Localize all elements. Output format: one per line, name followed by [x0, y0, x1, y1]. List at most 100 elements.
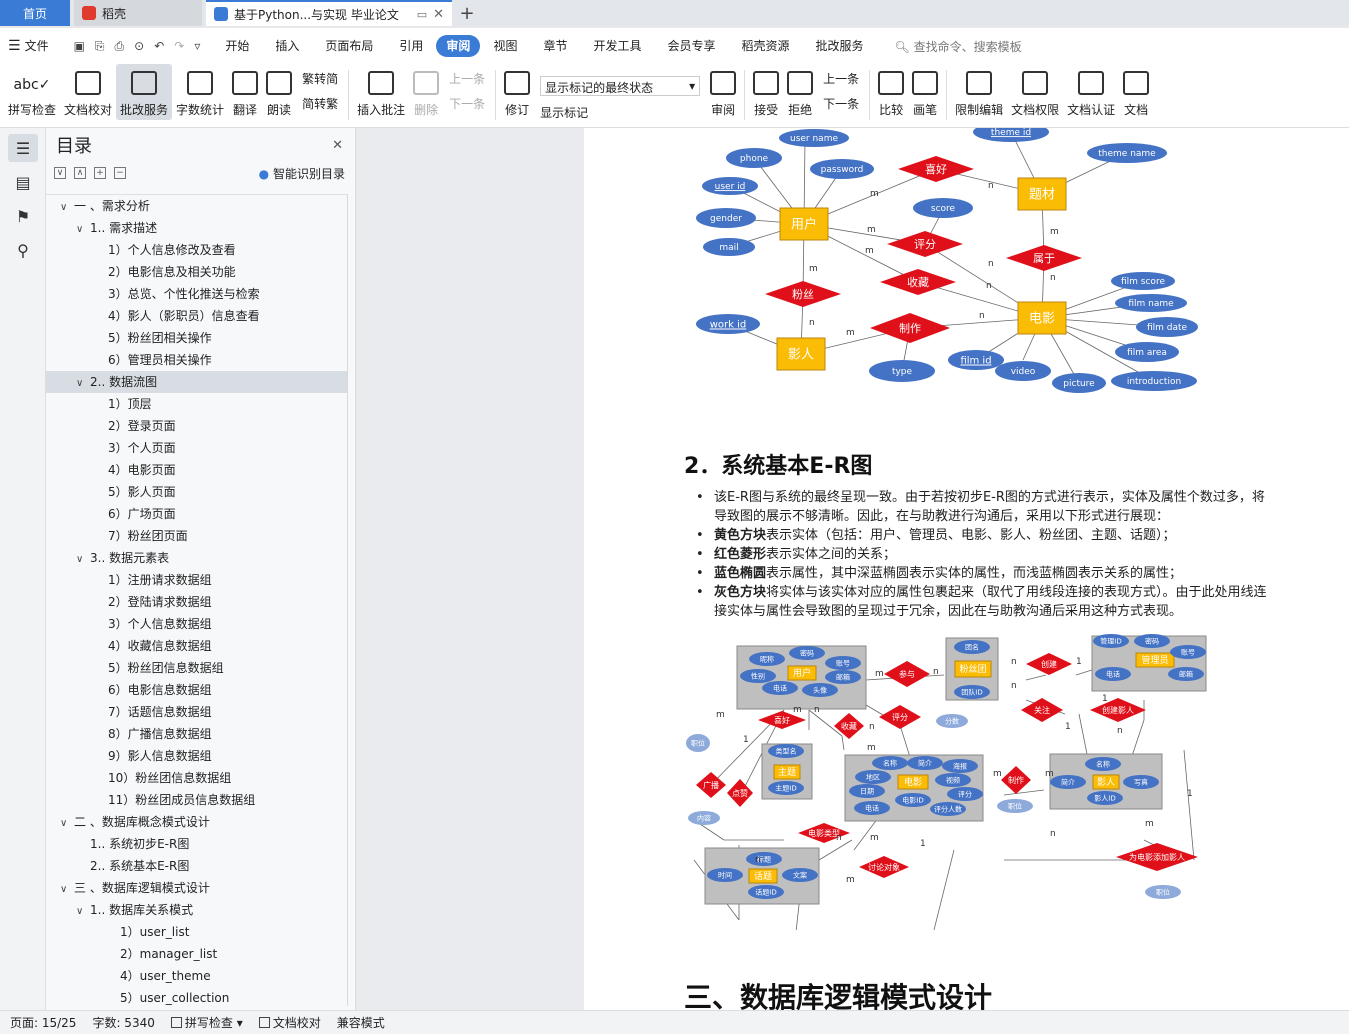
- close-icon[interactable]: ✕: [332, 138, 343, 153]
- next-revision-button[interactable]: 下一条: [823, 95, 859, 112]
- toc-item[interactable]: ∨ 1.. 需求描述: [46, 217, 347, 239]
- chapter-panel-icon[interactable]: ▤: [8, 168, 38, 196]
- toc-item[interactable]: 5）user_collection: [46, 987, 347, 1006]
- chevron-down-icon[interactable]: ∨: [76, 373, 90, 395]
- prev-revision-button[interactable]: 上一条: [823, 70, 859, 87]
- proof-status[interactable]: 文档校对: [258, 1014, 321, 1031]
- show-marks-button[interactable]: 显示标记: [540, 104, 700, 121]
- toc-item[interactable]: 2）登录页面: [46, 415, 347, 437]
- toc-item[interactable]: 6）广场页面: [46, 503, 347, 525]
- toc-item[interactable]: 1）顶层: [46, 393, 347, 415]
- menu-item[interactable]: 批改服务: [803, 35, 877, 57]
- collapse-all-icon[interactable]: ∨: [54, 167, 66, 179]
- menu-item[interactable]: 稻壳资源: [729, 35, 803, 57]
- chevron-down-icon[interactable]: ∨: [60, 879, 74, 901]
- menu-item[interactable]: 章节: [530, 35, 580, 57]
- new-tab-button[interactable]: +: [452, 3, 482, 24]
- hamburger-icon[interactable]: ☰: [8, 38, 21, 54]
- menu-item[interactable]: 开发工具: [580, 35, 654, 57]
- chevron-down-icon[interactable]: ∨: [60, 197, 74, 219]
- toc-item[interactable]: 9）影人信息数据组: [46, 745, 347, 767]
- toc-item[interactable]: 1）注册请求数据组: [46, 569, 347, 591]
- toc-item[interactable]: 4）影人（影职员）信息查看: [46, 305, 347, 327]
- toc-item[interactable]: 3）个人信息数据组: [46, 613, 347, 635]
- tab-docer[interactable]: 稻壳: [74, 0, 202, 26]
- preview-icon[interactable]: ⊙: [134, 39, 144, 54]
- translate-button[interactable]: 翻译: [228, 64, 262, 120]
- add-item-icon[interactable]: +: [94, 167, 106, 179]
- export-icon[interactable]: ⎘: [95, 39, 105, 54]
- toc-item[interactable]: 8）广播信息数据组: [46, 723, 347, 745]
- toc-item[interactable]: 7）话题信息数据组: [46, 701, 347, 723]
- toc-item[interactable]: ∨ 1.. 数据库关系模式: [46, 899, 347, 921]
- more-icon[interactable]: ▿: [194, 39, 200, 54]
- chevron-down-icon[interactable]: ∨: [76, 549, 90, 571]
- doc-extra-button[interactable]: 文档: [1119, 64, 1153, 120]
- accept-button[interactable]: 接受: [749, 64, 783, 120]
- word-count[interactable]: 字数: 5340: [92, 1014, 154, 1031]
- search-command[interactable]: 🔍︎ 查找命令、搜索模板: [895, 38, 1022, 55]
- chevron-down-icon[interactable]: ∨: [76, 219, 90, 241]
- doc-check-button[interactable]: 文档校对: [60, 64, 116, 120]
- toc-item[interactable]: ∨ 2.. 数据流图: [46, 371, 347, 393]
- chevron-down-icon[interactable]: ∨: [76, 901, 90, 923]
- toc-item[interactable]: ∨ 三 、数据库逻辑模式设计: [46, 877, 347, 899]
- menu-file[interactable]: 文件: [21, 35, 62, 57]
- toc-item[interactable]: 2）电影信息及相关功能: [46, 261, 347, 283]
- toc-item[interactable]: ∨ 二 、数据库概念模式设计: [46, 811, 347, 833]
- spell-check-button[interactable]: abc✓ 拼写检查: [4, 64, 60, 120]
- read-aloud-button[interactable]: 朗读: [262, 64, 296, 120]
- toc-item[interactable]: 10）粉丝团信息数据组: [46, 767, 347, 789]
- toc-item[interactable]: 2.. 系统基本E-R图: [46, 855, 347, 877]
- toc-item[interactable]: 11）粉丝团成员信息数据组: [46, 789, 347, 811]
- print-icon[interactable]: ⎙: [115, 39, 125, 54]
- compare-button[interactable]: 比较: [874, 64, 908, 120]
- menu-item[interactable]: 视图: [480, 35, 530, 57]
- review-service-button[interactable]: 批改服务: [116, 64, 173, 120]
- menu-item[interactable]: 审阅: [436, 35, 481, 57]
- markup-mode-select[interactable]: 显示标记的最终状态 ▾: [540, 76, 701, 96]
- search-panel-icon[interactable]: ⚲: [8, 236, 38, 264]
- page-indicator[interactable]: 页面: 15/25: [10, 1014, 76, 1031]
- toc-item[interactable]: 4）user_theme: [46, 965, 347, 987]
- spell-check-status[interactable]: 拼写检查 ▾: [170, 1014, 243, 1031]
- delete-comment-button[interactable]: 删除: [409, 64, 443, 120]
- review-pane-button[interactable]: 审阅: [706, 64, 740, 120]
- menu-item[interactable]: 引用: [386, 35, 436, 57]
- toc-item[interactable]: 4）电影页面: [46, 459, 347, 481]
- doc-auth-button[interactable]: 文档认证: [1063, 64, 1119, 120]
- undo-icon[interactable]: ↶: [154, 39, 164, 54]
- save-icon[interactable]: ▣: [74, 39, 85, 54]
- toc-item[interactable]: 3）总览、个性化推送与检索: [46, 283, 347, 305]
- next-comment-button[interactable]: 下一条: [449, 95, 485, 112]
- reject-button[interactable]: 拒绝: [783, 64, 817, 120]
- chevron-down-icon[interactable]: ∨: [60, 813, 74, 835]
- word-count-button[interactable]: 字数统计: [172, 64, 228, 120]
- restore-icon[interactable]: ▭: [417, 8, 427, 21]
- toc-item[interactable]: 7）粉丝团页面: [46, 525, 347, 547]
- redo-icon[interactable]: ↷: [174, 39, 184, 54]
- toc-item[interactable]: 5）粉丝团相关操作: [46, 327, 347, 349]
- restrict-edit-button[interactable]: 限制编辑: [951, 64, 1007, 120]
- menu-item[interactable]: 插入: [262, 35, 312, 57]
- toc-item[interactable]: 3）个人页面: [46, 437, 347, 459]
- toc-item[interactable]: 5）影人页面: [46, 481, 347, 503]
- menu-item[interactable]: 页面布局: [312, 35, 386, 57]
- prev-comment-button[interactable]: 上一条: [449, 70, 485, 87]
- trad-to-simp-button[interactable]: 繁转简: [302, 70, 338, 87]
- toc-panel-icon[interactable]: ☰: [8, 134, 38, 162]
- bookmark-icon[interactable]: ⚑: [8, 202, 38, 230]
- tab-document[interactable]: 基于Python...与实现 毕业论文 ▭ ✕: [206, 0, 452, 26]
- toc-item[interactable]: 1）user_list: [46, 921, 347, 943]
- toc-item[interactable]: ∨ 一 、需求分析: [46, 195, 347, 217]
- insert-comment-button[interactable]: 插入批注: [353, 64, 409, 120]
- toc-item[interactable]: 5）粉丝团信息数据组: [46, 657, 347, 679]
- menu-item[interactable]: 开始: [212, 35, 262, 57]
- revise-button[interactable]: 修订: [500, 64, 534, 120]
- toc-item[interactable]: ∨ 3.. 数据元素表: [46, 547, 347, 569]
- pen-button[interactable]: 画笔: [908, 64, 942, 120]
- smart-toc-button[interactable]: ● 智能识别目录: [259, 165, 345, 182]
- toc-item[interactable]: 1）个人信息修改及查看: [46, 239, 347, 261]
- toc-item[interactable]: 4）收藏信息数据组: [46, 635, 347, 657]
- doc-permission-button[interactable]: 文档权限: [1007, 64, 1063, 120]
